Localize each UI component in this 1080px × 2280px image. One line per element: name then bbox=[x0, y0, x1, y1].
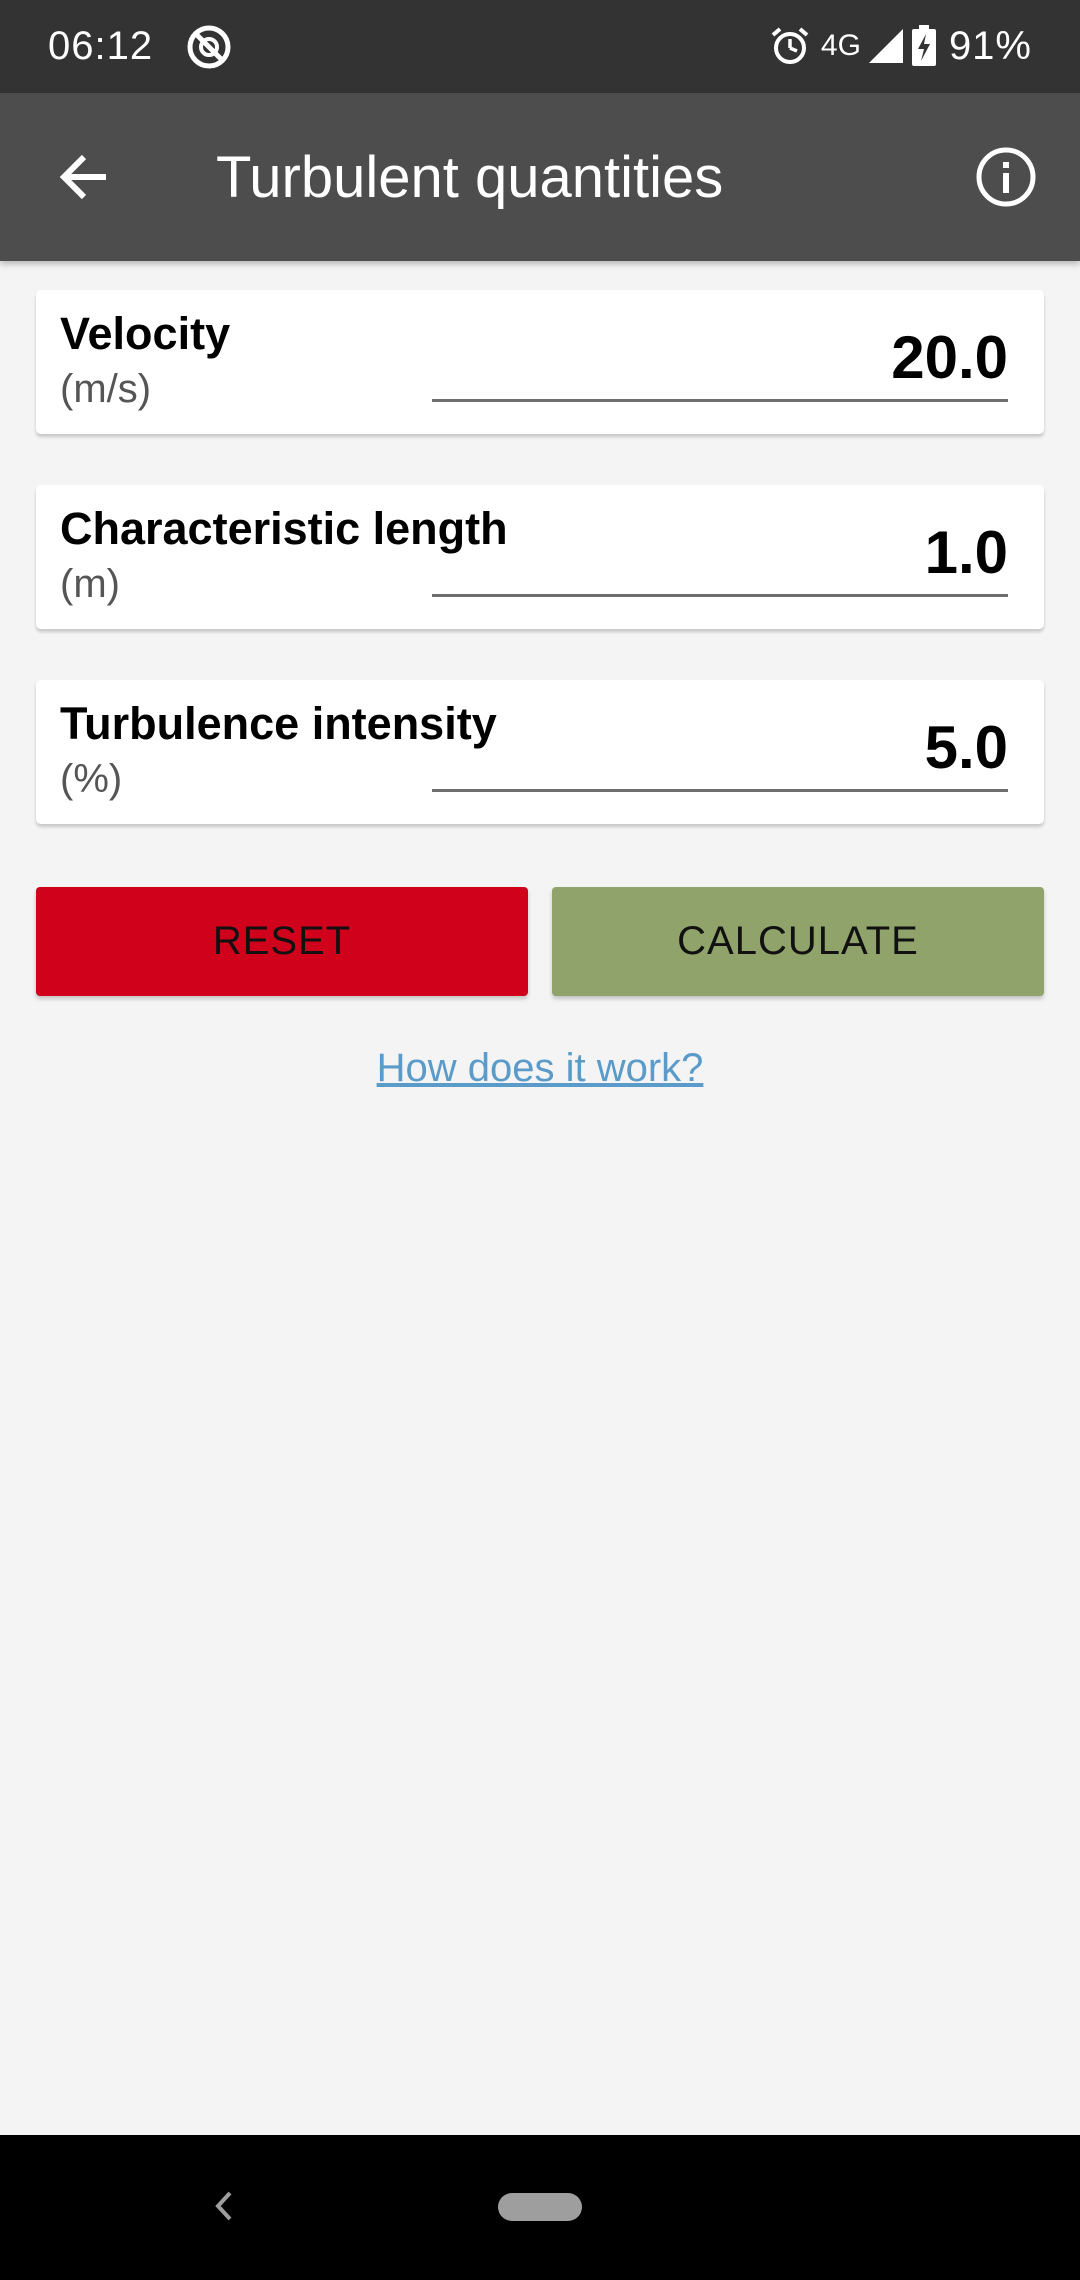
status-time: 06:12 bbox=[48, 24, 154, 68]
status-icons: 4G 91% bbox=[769, 20, 1032, 72]
app-bar: Turbulent quantities bbox=[0, 93, 1080, 261]
turbulence-intensity-unit: (%) bbox=[60, 757, 123, 801]
home-pill-icon[interactable] bbox=[498, 2193, 582, 2221]
how-does-it-work-link[interactable]: How does it work? bbox=[0, 1040, 1080, 1096]
velocity-card: Velocity (m/s) 20.0 bbox=[36, 290, 1044, 434]
characteristic-length-unit: (m) bbox=[60, 562, 120, 606]
info-button[interactable] bbox=[966, 137, 1046, 217]
nav-back-icon[interactable] bbox=[200, 2181, 250, 2231]
alarm-icon bbox=[771, 27, 809, 64]
battery-percent: 91% bbox=[948, 24, 1032, 68]
status-bar: 06:12 4G 91% bbox=[0, 0, 1080, 93]
info-icon bbox=[976, 147, 1036, 207]
velocity-input[interactable]: 20.0 bbox=[432, 314, 1008, 402]
network-type: 4G bbox=[820, 29, 861, 62]
system-nav-bar bbox=[0, 2135, 1080, 2280]
back-button[interactable] bbox=[44, 137, 124, 217]
reset-button[interactable]: RESET bbox=[36, 887, 528, 996]
velocity-unit: (m/s) bbox=[60, 367, 152, 411]
turbulence-intensity-card: Turbulence intensity (%) 5.0 bbox=[36, 680, 1044, 824]
characteristic-length-input[interactable]: 1.0 bbox=[432, 509, 1008, 597]
signal-icon bbox=[868, 29, 903, 63]
back-arrow-icon bbox=[59, 154, 106, 200]
turbulence-intensity-input[interactable]: 5.0 bbox=[432, 704, 1008, 792]
battery-charging-icon bbox=[911, 25, 936, 66]
app-notification-icon bbox=[187, 25, 231, 69]
characteristic-length-card: Characteristic length (m) 1.0 bbox=[36, 485, 1044, 629]
velocity-label: Velocity bbox=[60, 308, 231, 359]
page-title: Turbulent quantities bbox=[216, 145, 724, 210]
calculate-button[interactable]: CALCULATE bbox=[552, 887, 1044, 996]
